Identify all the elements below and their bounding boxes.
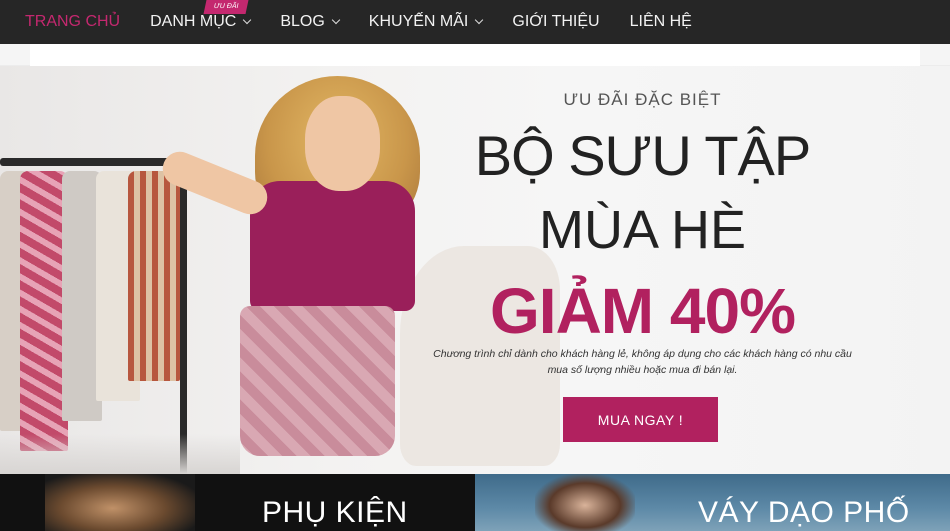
promo-discount: GIẢM 40%: [490, 275, 796, 347]
category-banners: PHỤ KIỆN VÁY DẠO PHỐ: [0, 474, 950, 531]
nav-spacer: [0, 44, 950, 66]
nav-item-label: TRANG CHỦ: [25, 13, 121, 30]
chevron-down-icon: [475, 15, 484, 25]
promo-description: Chương trình chỉ dành cho khách hàng lẻ,…: [433, 348, 852, 376]
promo-headline-1: BỘ SƯU TẬP: [474, 124, 812, 187]
promo-eyebrow: ƯU ĐÃI ĐẶC BIỆT: [563, 90, 722, 109]
banner-street-dresses[interactable]: VÁY DẠO PHỐ: [475, 474, 950, 531]
nav-item-label: LIÊN HỆ: [629, 13, 692, 30]
banner-accessories[interactable]: PHỤ KIỆN: [0, 474, 475, 531]
content-edge: [30, 44, 920, 66]
clothing-rack-pole: [180, 158, 187, 474]
model-face: [305, 96, 380, 191]
garment-5: [128, 171, 180, 381]
promo-headline-2: MÙA HÈ: [538, 200, 747, 260]
nav-item-label: GIỚI THIỆU: [512, 13, 600, 30]
nav-item-label: BLOG: [280, 13, 325, 30]
model-skirt: [240, 306, 395, 456]
banner-title: VÁY DẠO PHỐ: [698, 496, 910, 529]
model-top: [250, 181, 415, 311]
banner-title: PHỤ KIỆN: [262, 496, 408, 529]
nav-item-promotions[interactable]: KHUYẾN MÃI: [368, 0, 484, 44]
chevron-down-icon: [331, 15, 341, 25]
nav-item-blog[interactable]: BLOG: [280, 0, 341, 44]
banner-photo: [45, 474, 195, 531]
chevron-down-icon: [243, 15, 252, 25]
garment-2: [20, 171, 68, 451]
floor-shadow: [0, 434, 240, 474]
nav-item-home[interactable]: TRANG CHỦ: [25, 0, 120, 44]
main-nav: TRANG CHỦ DANH MỤC BLOG KHUYẾN MÃI GIỚI …: [0, 0, 950, 44]
nav-item-label: KHUYẾN MÃI: [368, 13, 469, 30]
promo-badge: ƯU ĐÃI: [203, 0, 249, 14]
banner-photo: [535, 474, 635, 531]
nav-item-label: DANH MỤC: [150, 13, 237, 30]
buy-now-button[interactable]: MUA NGAY !: [563, 397, 718, 442]
nav-item-contact[interactable]: LIÊN HỆ: [630, 0, 692, 44]
nav-item-about[interactable]: GIỚI THIỆU: [512, 0, 599, 44]
